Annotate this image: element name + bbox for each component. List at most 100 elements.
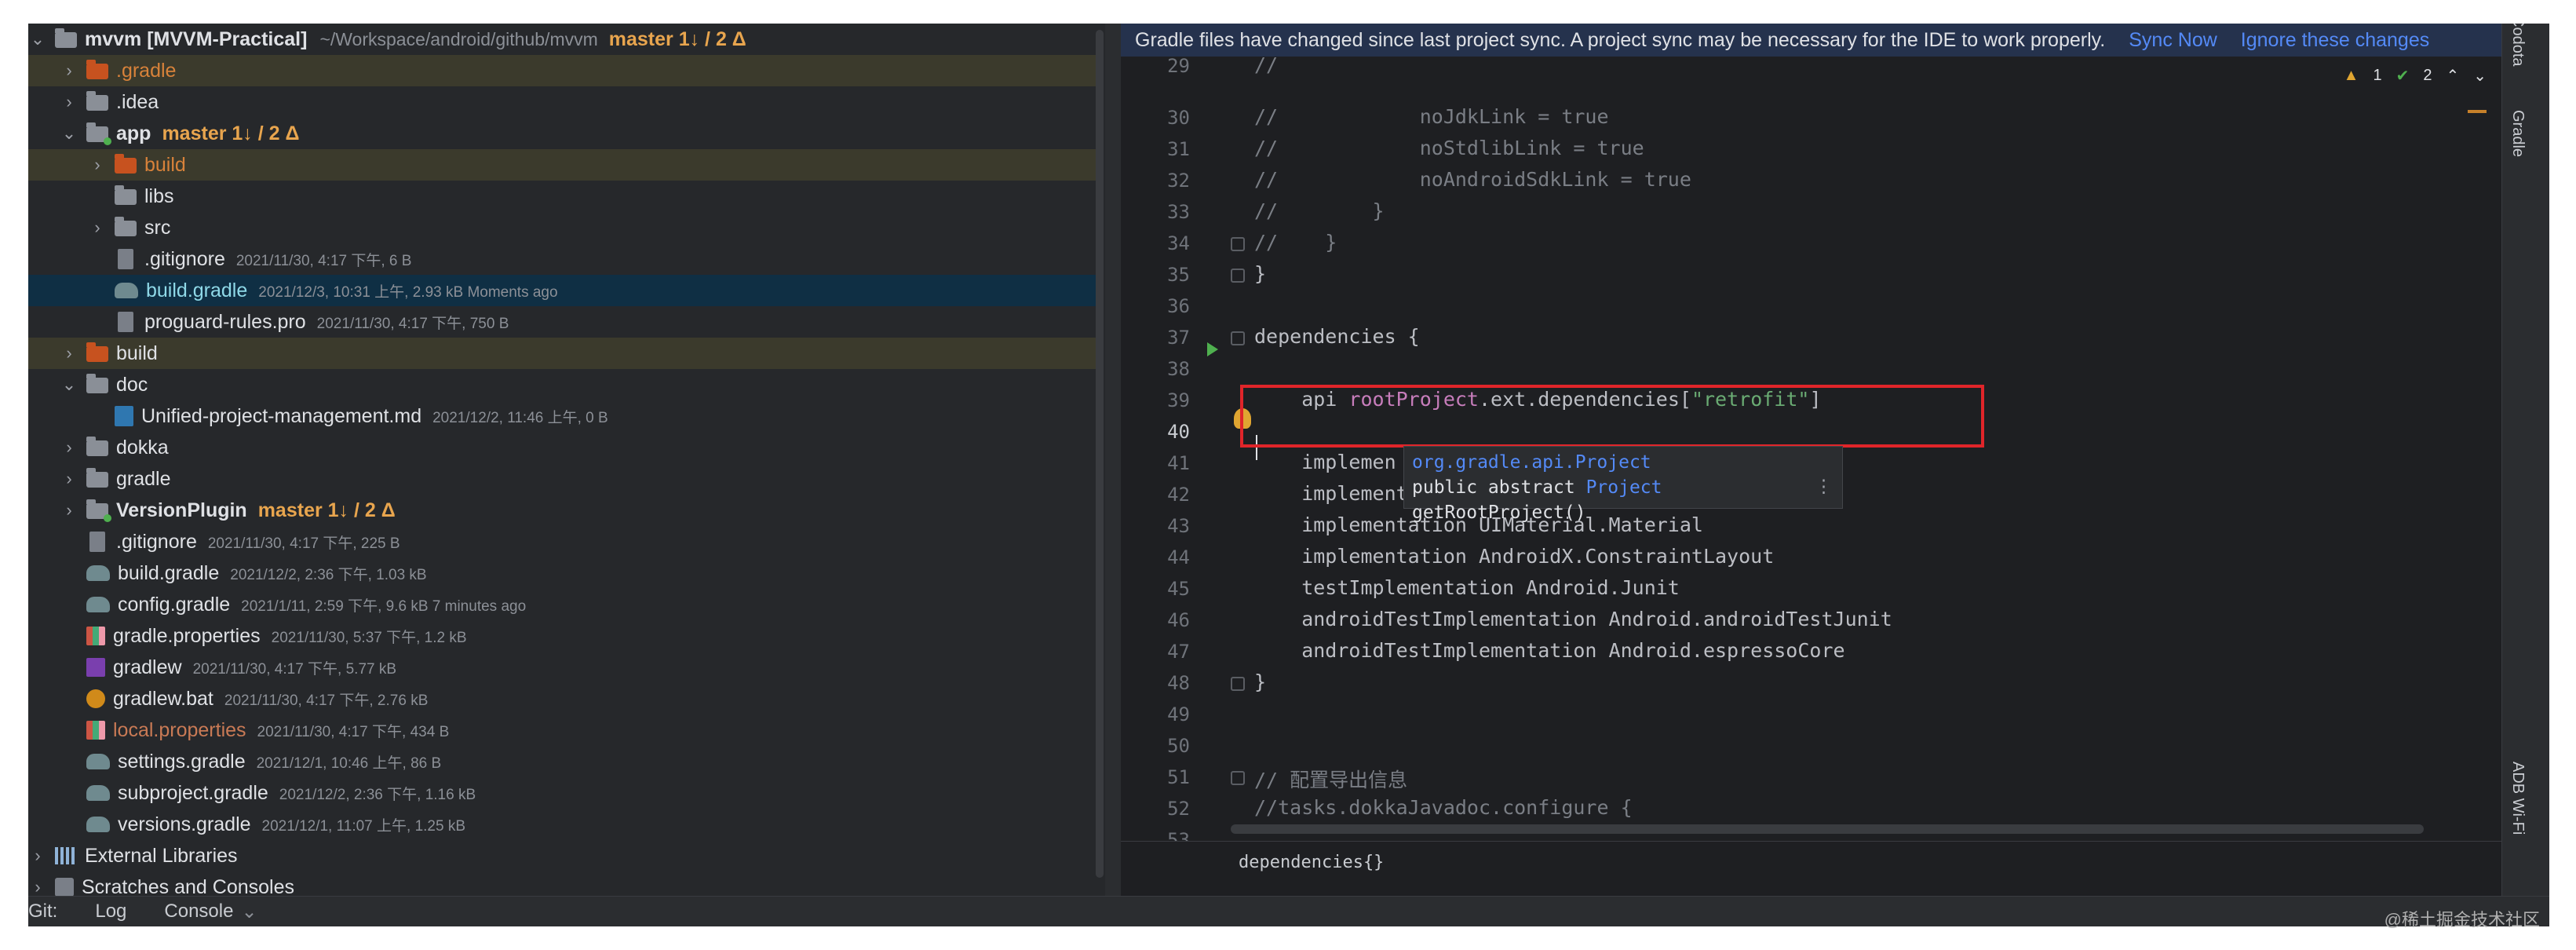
gradle-icon [86,597,110,612]
chevron-right-icon[interactable]: › [28,877,47,897]
chevron-down-icon[interactable]: ⌄ [241,901,257,923]
sync-now-link[interactable]: Sync Now [2129,29,2217,52]
tree-item-config-gradle[interactable]: config.gradle 2021/1/11, 2:59 下午, 9.6 kB… [28,589,1104,620]
code-line: } [1254,670,1267,693]
check-icon: ✔ [2395,68,2410,85]
chevron-right-icon[interactable]: › [60,92,78,112]
excluded-folder-icon [115,154,137,174]
line-number: 42 [1167,484,1190,506]
chevron-down-icon[interactable]: ⌄ [60,375,78,395]
inspection-widget[interactable]: ▲ 1 ✔ 2 ⌃ ⌄ [2344,66,2487,86]
tree-item-gradlew[interactable]: gradlew 2021/11/30, 4:17 下午, 5.77 kB [28,652,1104,683]
tree-item-label: build.gradle [118,561,220,584]
tree-item-local-properties[interactable]: local.properties 2021/11/30, 4:17 下午, 43… [28,714,1104,746]
fold-marker[interactable] [1231,771,1245,785]
excluded-folder-icon [86,342,108,362]
file-meta: 2021/12/1, 10:46 上午, 86 B [256,755,442,772]
line-number: 32 [1167,170,1190,192]
tree-item-idea[interactable]: › .idea [28,86,1104,118]
tab-git[interactable]: Git: [28,901,57,923]
file-meta: 2021/11/30, 4:17 下午, 6 B [235,252,412,269]
folder-icon [115,217,137,236]
tool-codota[interactable]: Codota [2508,24,2527,67]
tab-log[interactable]: Log [95,901,126,923]
ide-window: ⌄ mvvm [MVVM-Practical] ~/Workspace/andr… [28,24,2549,926]
tree-scrollbar[interactable] [1096,30,1104,878]
file-icon [118,312,133,332]
chevron-down-icon[interactable]: ⌄ [2473,66,2487,86]
line-number: 49 [1167,703,1190,725]
chevron-right-icon[interactable]: › [88,155,107,175]
tree-item-gradle-dir[interactable]: › .gradle [28,55,1104,86]
file-meta: 2021/11/30, 4:17 下午, 5.77 kB [192,660,397,678]
chevron-right-icon[interactable]: › [60,343,78,364]
ignore-changes-link[interactable]: Ignore these changes [2241,29,2429,52]
properties-icon [86,627,105,645]
tree-item-versions-gradle[interactable]: versions.gradle 2021/12/1, 11:07 上午, 1.2… [28,809,1104,840]
tool-adb-wifi[interactable]: ADB Wi-Fi [2508,762,2527,835]
chevron-right-icon[interactable]: › [28,846,47,866]
error-stripe-marker[interactable] [2468,110,2487,113]
tree-item-app-gitignore[interactable]: .gitignore 2021/11/30, 4:17 下午, 6 B [28,243,1104,275]
code-editor[interactable]: Gradle files have changed since last pro… [1121,24,2534,897]
tree-item-settings-gradle[interactable]: settings.gradle 2021/12/1, 10:46 上午, 86 … [28,746,1104,777]
tree-item-src[interactable]: › src [28,212,1104,243]
chevron-right-icon[interactable]: › [60,469,78,489]
tree-item-unified-md[interactable]: Unified-project-management.md 2021/12/2,… [28,400,1104,432]
line-number: 38 [1167,358,1190,380]
more-options-icon[interactable]: ⋮ [1815,477,1833,497]
editor-horizontal-scrollbar[interactable] [1231,824,2424,834]
tree-item-label: local.properties [113,718,246,741]
tree-item-app-build-gradle[interactable]: build.gradle 2021/12/3, 10:31 上午, 2.93 k… [28,275,1104,306]
tree-item-build-gradle[interactable]: build.gradle 2021/12/2, 2:36 下午, 1.03 kB [28,557,1104,589]
tree-item-doc[interactable]: ⌄ doc [28,369,1104,400]
tree-item-app-build[interactable]: › build [28,149,1104,181]
chevron-up-icon[interactable]: ⌃ [2446,66,2459,86]
code-line: // noAndroidSdkLink = true [1254,168,1691,191]
tree-item-scratches[interactable]: › Scratches and Consoles [28,871,1104,897]
code-line: // } [1254,231,1337,254]
tool-gradle[interactable]: Gradle [2508,110,2527,157]
tree-item-app[interactable]: ⌄ app master 1↓ / 2 Δ [28,118,1104,149]
tree-item-label: gradle [116,467,171,490]
line-number: 37 [1167,327,1190,349]
chevron-down-icon[interactable]: ⌄ [28,29,47,49]
tree-item-label: config.gradle [118,593,231,616]
fold-marker[interactable] [1231,331,1245,345]
quick-doc-popup[interactable]: org.gradle.api.Project public abstract P… [1403,446,1843,523]
chevron-right-icon[interactable]: › [88,217,107,238]
tree-item-proguard[interactable]: proguard-rules.pro 2021/11/30, 4:17 下午, … [28,306,1104,338]
tree-item-external-libraries[interactable]: › External Libraries [28,840,1104,871]
file-meta: 2021/12/1, 11:07 上午, 1.25 kB [261,817,466,835]
tree-item-label: build.gradle [146,279,248,301]
tree-item-label: Scratches and Consoles [82,875,294,897]
line-number: 29 [1167,55,1190,77]
folder-icon [115,185,137,205]
tree-item-subproject-gradle[interactable]: subproject.gradle 2021/12/2, 2:36 下午, 1.… [28,777,1104,809]
tree-item-dokka[interactable]: › dokka [28,432,1104,463]
tree-item-libs[interactable]: libs [28,181,1104,212]
vcs-status: master 1↓ / 2 Δ [608,27,746,50]
chevron-right-icon[interactable]: › [60,500,78,521]
tree-item-label: gradlew [113,656,182,678]
tab-console[interactable]: Console [164,901,233,923]
fold-marker[interactable] [1231,677,1245,691]
file-meta: 2021/11/30, 4:17 下午, 2.76 kB [224,692,429,709]
fold-marker[interactable] [1231,269,1245,283]
chevron-right-icon[interactable]: › [60,437,78,458]
breadcrumb-item[interactable]: dependencies{} [1239,853,1384,872]
tree-item-versionplugin[interactable]: › VersionPlugin master 1↓ / 2 Δ [28,495,1104,526]
code-line: // } [1254,199,1385,222]
popup-class-name[interactable]: org.gradle.api.Project [1412,450,1834,475]
fold-marker[interactable] [1231,237,1245,251]
tree-root[interactable]: ⌄ mvvm [MVVM-Practical] ~/Workspace/andr… [28,24,1104,55]
chevron-down-icon[interactable]: ⌄ [60,123,78,144]
run-gutter-icon[interactable] [1207,342,1218,356]
popup-type-link[interactable]: Project [1586,477,1662,498]
tree-item-gradle[interactable]: › gradle [28,463,1104,495]
chevron-right-icon[interactable]: › [60,60,78,81]
tree-item-gradlew-bat[interactable]: gradlew.bat 2021/11/30, 4:17 下午, 2.76 kB [28,683,1104,714]
tree-item-gitignore[interactable]: .gitignore 2021/11/30, 4:17 下午, 225 B [28,526,1104,557]
tree-item-build[interactable]: › build [28,338,1104,369]
tree-item-gradle-properties[interactable]: gradle.properties 2021/11/30, 5:37 下午, 1… [28,620,1104,652]
